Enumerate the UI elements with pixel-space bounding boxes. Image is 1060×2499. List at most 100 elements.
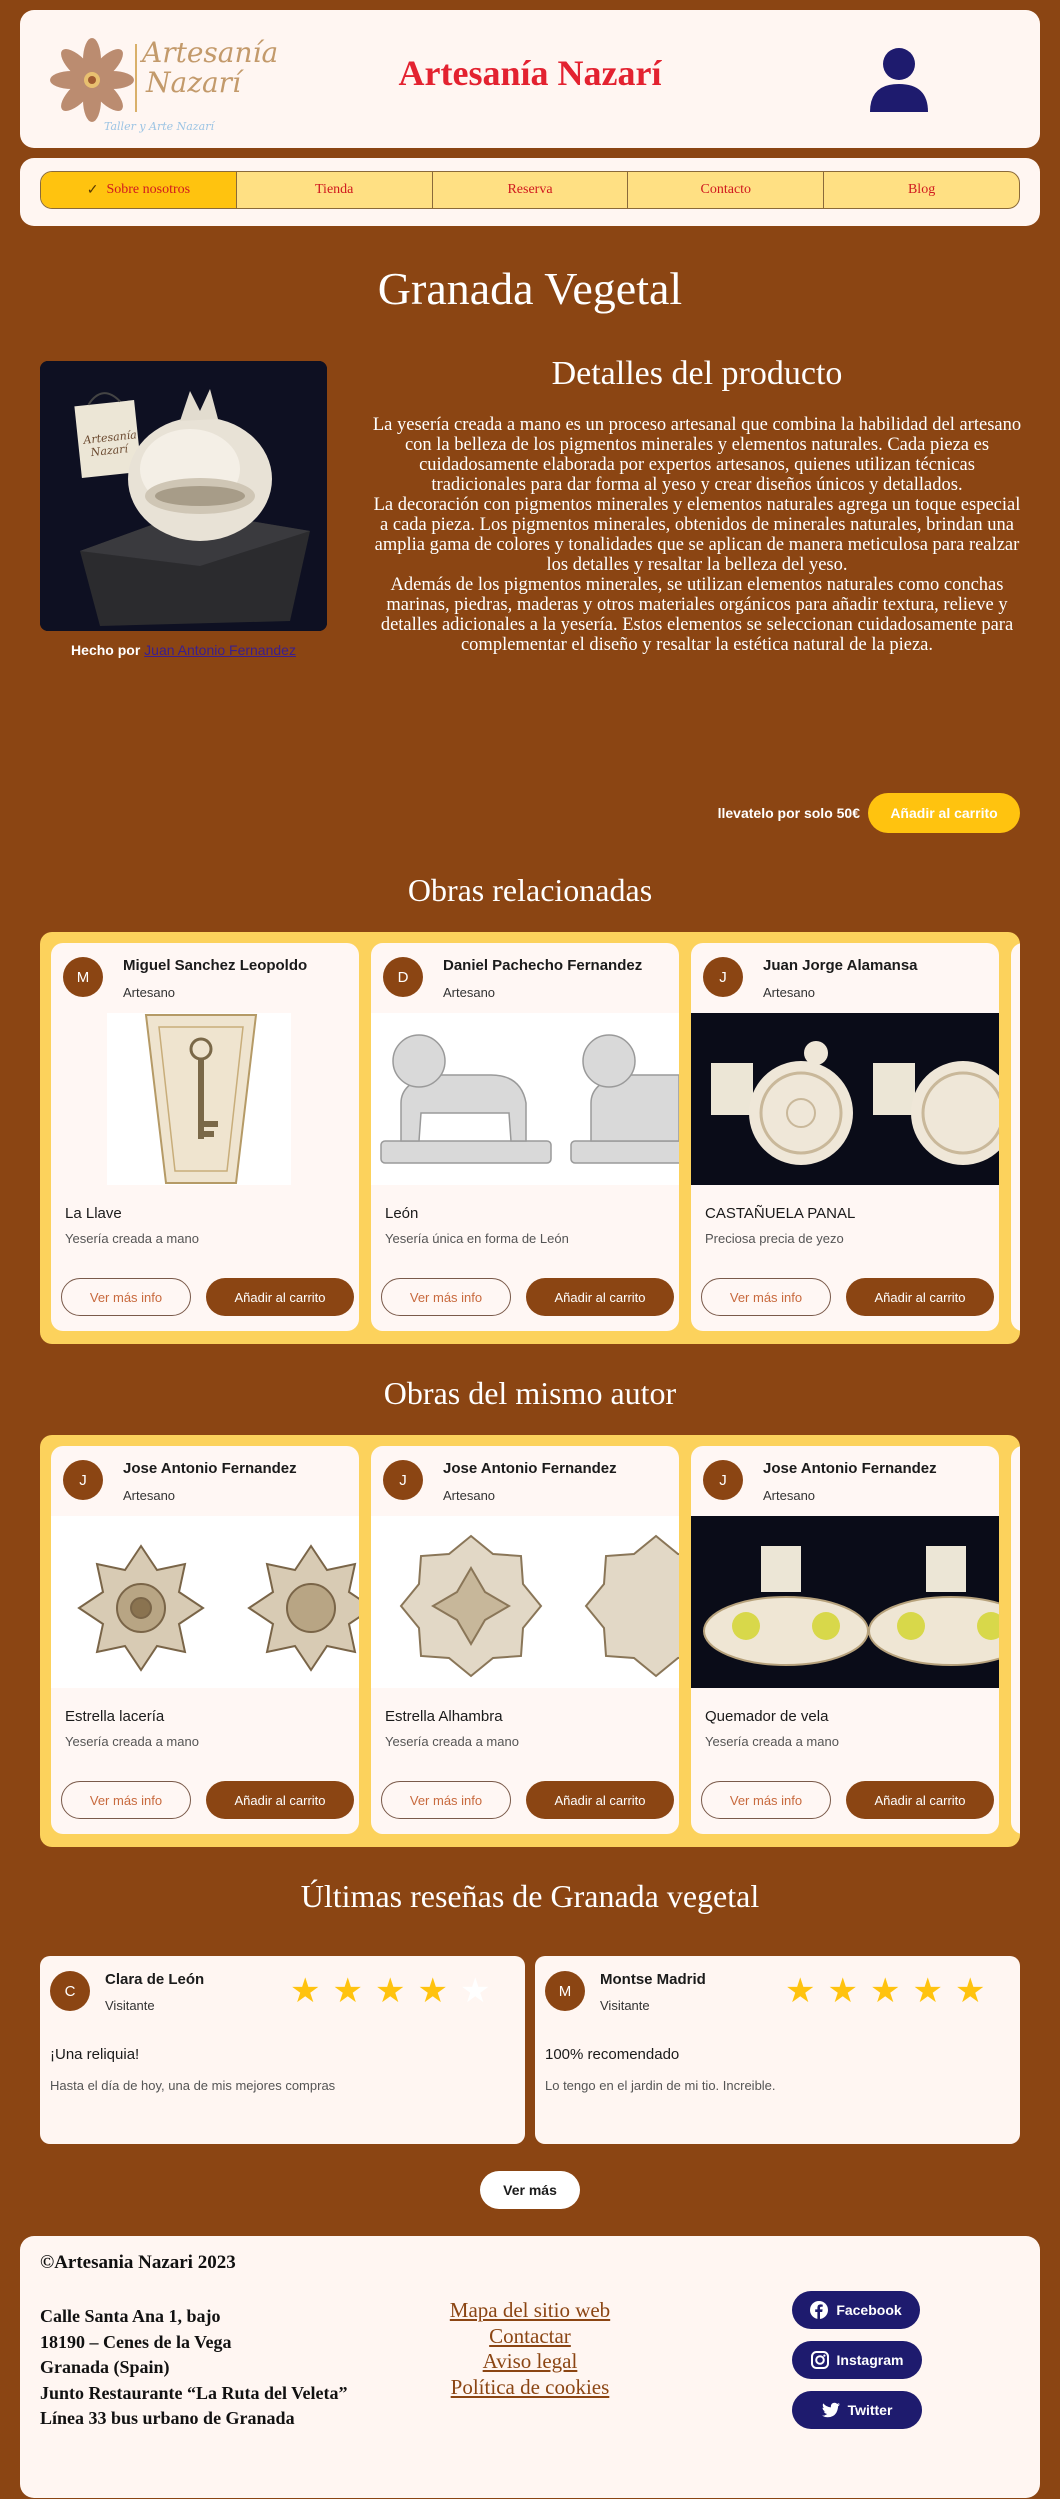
card-title: Estrella lacería [65, 1708, 165, 1725]
legal-notice-link[interactable]: Aviso legal [360, 2349, 700, 2375]
instagram-icon [810, 2351, 829, 2369]
star-icon: ★ [869, 1972, 901, 2010]
star-icon: ★ [954, 1972, 986, 2010]
cookies-policy-link[interactable]: Política de cookies [360, 2375, 700, 2401]
review-title: ¡Una reliquia! [50, 2046, 140, 2063]
facebook-button[interactable]: Facebook [792, 2291, 920, 2329]
logo-tagline: Taller y Arte Nazarí [104, 120, 214, 133]
avatar: J [703, 1460, 743, 1500]
card-author: Daniel Pachecho Fernandez [443, 957, 643, 974]
address-line: 18190 – Cenes de la Vega [40, 2331, 232, 2352]
nav-item-blog[interactable]: Blog [824, 172, 1019, 208]
avatar: D [383, 957, 423, 997]
nav-item-reserva[interactable]: Reserva [433, 172, 629, 208]
card-author: Jose Antonio Fernandez [123, 1460, 297, 1477]
contact-link[interactable]: Contactar [360, 2324, 700, 2350]
add-to-cart-button[interactable]: Añadir al carrito [206, 1781, 354, 1819]
nav-item-contacto[interactable]: Contacto [628, 172, 825, 208]
product-card[interactable]: D Daniel Pachecho Fernandez Artesano Leó… [371, 943, 679, 1331]
logo-line-2: Nazarí [146, 66, 241, 99]
nav-item-sobre-nosotros[interactable]: ✓ Sobre nosotros [41, 172, 237, 208]
card-role: Artesano [443, 1488, 496, 1503]
more-info-button[interactable]: Ver más info [61, 1781, 191, 1819]
footer-links: Mapa del sitio web Contactar Aviso legal… [360, 2298, 700, 2400]
product-card[interactable]: J Juan Jorge Alamansa Artesano CASTAÑUEL… [691, 943, 999, 1331]
review-text: Hasta el día de hoy, una de mis mejores … [50, 2078, 336, 2093]
same-author-carousel[interactable]: J Jose Antonio Fernandez Artesano Estrel… [40, 1435, 1020, 1847]
site-header: Artesanía Nazarí Taller y Arte Nazarí Ar… [20, 10, 1040, 148]
twitter-icon [821, 2402, 840, 2418]
related-carousel[interactable]: M Miguel Sanchez Leopoldo Artesano La Ll… [40, 932, 1020, 1344]
card-image [51, 1516, 359, 1688]
reviews-section-title: Últimas reseñas de Granada vegetal [300, 1878, 760, 1914]
avatar: C [50, 1971, 90, 2011]
facebook-icon [810, 2301, 829, 2319]
add-to-cart-button[interactable]: Añadir al carrito [526, 1781, 674, 1819]
card-image [691, 1516, 999, 1688]
star-icon: ★ [459, 1972, 491, 2010]
star-icon: ★ [827, 1972, 858, 2010]
nav-label: Reserva [507, 182, 553, 197]
star-rating: ★ ★ ★ ★ ★ [290, 1974, 490, 2008]
avatar: M [545, 1971, 585, 2011]
reviewer-name: Clara de León [105, 1971, 205, 1988]
review-card: M Montse Madrid Visitante ★ ★ ★ ★ ★ 100% rec… [535, 1956, 1020, 2144]
star-icon: ★ [374, 1972, 406, 2010]
nav-segmented-control: ✓ Sobre nosotros Tienda Reserva Contacto … [40, 171, 1020, 209]
product-card[interactable]: M Miguel Sanchez Leopoldo Artesano La Ll… [51, 943, 359, 1331]
more-info-button[interactable]: Ver más info [701, 1781, 831, 1819]
add-to-cart-button[interactable]: Añadir al carrito [846, 1278, 994, 1316]
more-info-button[interactable]: Ver más info [381, 1278, 511, 1316]
more-info-button[interactable]: Ver más info [701, 1278, 831, 1316]
nav-item-tienda[interactable]: Tienda [237, 172, 433, 208]
copyright: ©Artesania Nazari 2023 [40, 2252, 236, 2273]
card-subtitle: Yesería única en forma de León [385, 1231, 569, 1246]
card-title: León [385, 1205, 419, 1222]
address-line: Línea 33 bus urbano de Granada [40, 2408, 295, 2428]
more-info-button[interactable]: Ver más info [381, 1781, 511, 1819]
avatar: J [383, 1460, 423, 1500]
card-subtitle: Preciosa precia de yezo [705, 1231, 844, 1246]
avatar: J [63, 1460, 103, 1500]
site-logo[interactable]: Artesanía Nazarí Taller y Arte Nazarí [50, 24, 290, 139]
add-to-cart-button[interactable]: Añadir al carrito [846, 1781, 994, 1819]
page-title: Granada Vegetal [377, 263, 683, 314]
card-subtitle: Yesería creada a mano [385, 1734, 519, 1749]
sitemap-link[interactable]: Mapa del sitio web [360, 2298, 700, 2324]
social-label: Instagram [836, 2352, 904, 2368]
more-info-button[interactable]: Ver más info [61, 1278, 191, 1316]
reviewer-role: Visitante [600, 1998, 650, 2013]
product-card[interactable]: J Jose Antonio Fernandez Artesano Estrel… [51, 1446, 359, 1834]
star-rating: ★ ★ ★ ★ ★ [785, 1974, 985, 2008]
card-image [371, 1013, 679, 1185]
show-more-reviews-button[interactable]: Ver más [480, 2171, 580, 2209]
author-link[interactable]: Juan Antonio Fernandez [144, 642, 296, 658]
product-card-partial[interactable] [1011, 943, 1020, 1331]
add-to-cart-button[interactable]: Añadir al carrito [206, 1278, 354, 1316]
product-card[interactable]: J Jose Antonio Fernandez Artesano Estrel… [371, 1446, 679, 1834]
add-to-cart-button[interactable]: Añadir al carrito [868, 793, 1020, 833]
twitter-button[interactable]: Twitter [792, 2391, 922, 2429]
related-section-title: Obras relacionadas [407, 872, 653, 908]
instagram-button[interactable]: Instagram [792, 2341, 922, 2379]
logo-line-1: Artesanía [142, 36, 279, 69]
product-card-partial[interactable] [1011, 1446, 1020, 1834]
reviewer-role: Visitante [105, 1998, 155, 2013]
nav-label: Tienda [315, 182, 354, 197]
same-author-section-title: Obras del mismo autor [383, 1375, 677, 1411]
card-author: Miguel Sanchez Leopoldo [123, 957, 308, 974]
card-subtitle: Yesería creada a mano [65, 1734, 199, 1749]
star-icon: ★ [912, 1972, 943, 2010]
site-footer: ©Artesania Nazari 2023 Calle Santa Ana 1… [20, 2236, 1040, 2498]
review-title: 100% recomendado [545, 2046, 680, 2063]
add-to-cart-button[interactable]: Añadir al carrito [526, 1278, 674, 1316]
review-text: Lo tengo en el jardin de mi tio. Increib… [545, 2078, 776, 2093]
address-line: Calle Santa Ana 1, bajo [40, 2306, 221, 2326]
details-title: Detalles del producto [551, 355, 843, 392]
product-card[interactable]: J Jose Antonio Fernandez Artesano Quemad… [691, 1446, 999, 1834]
user-account-icon[interactable] [868, 46, 930, 114]
card-image [371, 1516, 679, 1688]
card-author: Juan Jorge Alamansa [763, 957, 918, 974]
card-subtitle: Yesería creada a mano [705, 1734, 839, 1749]
star-icon: ★ [290, 1972, 321, 2010]
